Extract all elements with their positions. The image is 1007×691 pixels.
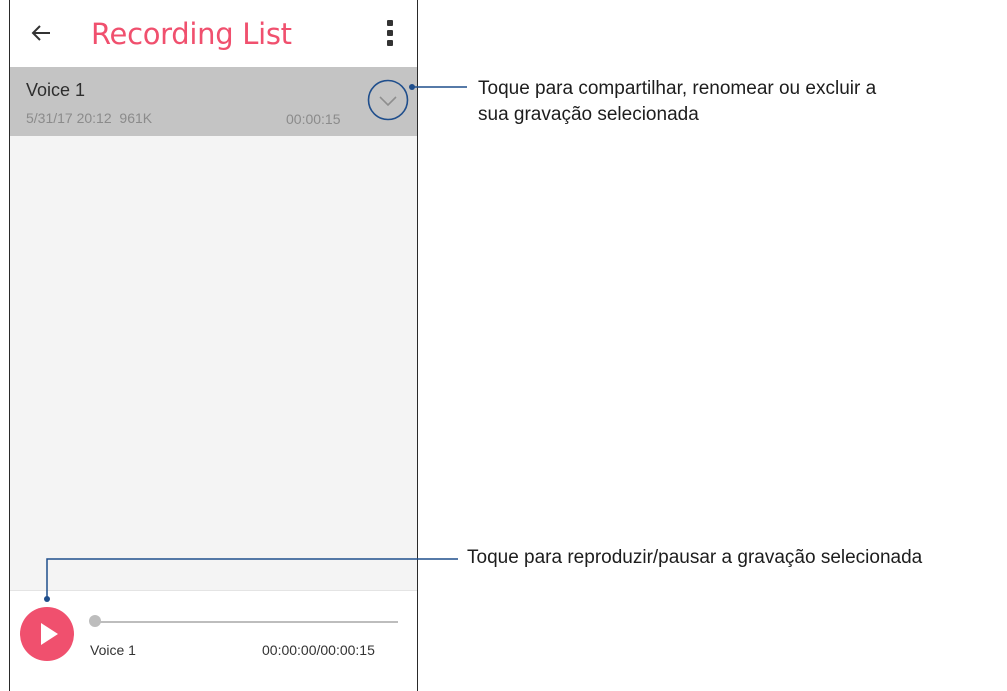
app-bar: Recording List [10, 0, 417, 67]
page-title: Recording List [91, 17, 292, 51]
play-callout-text: Toque para reproduzir/pausar a gravação … [467, 547, 923, 568]
phone-screen: Recording List Voice 1 5/31/17 20:12 961… [9, 0, 418, 691]
play-icon [41, 623, 58, 645]
recording-size: 961K [119, 110, 153, 126]
more-vert-icon [387, 20, 393, 26]
chevron-down-icon [367, 79, 409, 121]
recording-datetime: 5/31/17 20:12 [26, 110, 112, 126]
arrow-left-icon [31, 25, 50, 41]
expand-callout-text: Toque para compartilhar, renomear ou exc… [478, 76, 876, 128]
seek-thumb[interactable] [89, 615, 101, 627]
recording-meta: 5/31/17 20:12 961K [26, 110, 152, 126]
player-track-name: Voice 1 [90, 642, 136, 658]
recording-name: Voice 1 [26, 80, 86, 100]
player-time: 00:00:00/00:00:15 [262, 642, 375, 658]
seek-track[interactable] [90, 621, 398, 623]
player-bar: Voice 1 00:00:00/00:00:15 [10, 590, 417, 691]
recording-duration: 00:00:15 [286, 111, 341, 127]
recording-list-item[interactable]: Voice 1 5/31/17 20:12 961K 00:00:15 [10, 67, 417, 136]
expand-callout-line1: Toque para compartilhar, renomear ou exc… [478, 78, 877, 99]
back-button[interactable] [26, 18, 56, 48]
expand-options-button[interactable] [367, 79, 409, 121]
more-options-button[interactable] [382, 20, 398, 50]
expand-callout-line2: sua gravação selecionada [478, 104, 699, 125]
play-button[interactable] [20, 607, 74, 661]
